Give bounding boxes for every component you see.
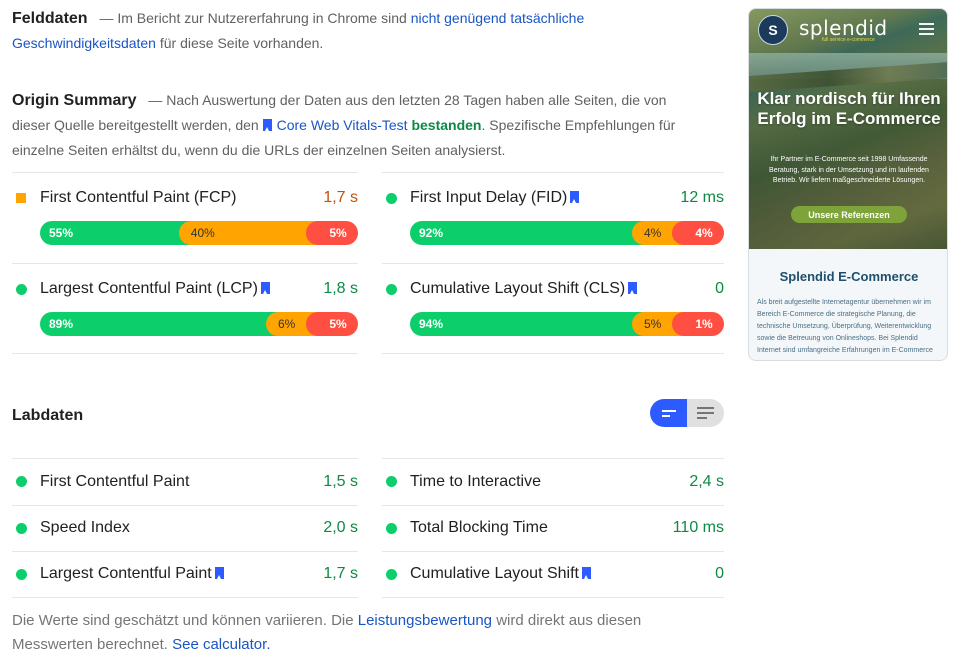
pass-dot-icon [16,522,27,534]
metrics-view-toggle[interactable] [650,399,724,427]
distribution-good: 55% [40,221,191,245]
pass-dot-icon [16,283,27,295]
lab-metric: Cumulative Layout Shift 0 [382,551,724,598]
metric-name: Largest Contentful Paint (LCP) [40,280,270,298]
metric-name-text: First Input Delay (FID) [410,189,568,206]
distribution-bar: 55% 40% 5% [40,221,358,245]
metric-value: 2,0 s [323,519,358,537]
page-screenshot-thumbnail: S splendid full service e-commerce Klar … [748,8,948,361]
expanded-view-icon-line [697,412,714,414]
lab-metrics-grid: First Contentful Paint 1,5 s Time to Int… [12,458,724,598]
lab-metric: Time to Interactive 2,4 s [382,458,724,505]
pass-dot-icon [386,522,397,534]
thumbnail-hero: S splendid full service e-commerce Klar … [749,9,947,249]
splendid-logo-icon: S [758,15,788,45]
core-web-vitals-link[interactable]: Core Web Vitals-Test [277,117,408,133]
metric-name: Cumulative Layout Shift (CLS) [410,280,638,298]
hamburger-menu-icon [919,23,934,35]
core-web-vital-bookmark-icon [214,567,224,580]
lab-data-footnote: Die Werte sind geschätzt und können vari… [12,609,712,657]
thumbnail-section-text: Als breit aufgestellte Internetagentur ü… [757,299,933,354]
metric-name-text: Cumulative Layout Shift [410,565,579,583]
field-metric-fcp: First Contentful Paint (FCP) 1,7 s 55% 4… [12,172,358,263]
metric-name-text: Largest Contentful Paint (LCP) [40,280,258,297]
average-square-icon [16,193,26,203]
field-data-title: Felddaten [12,10,88,27]
distribution-bar: 89% 6% 5% [40,312,358,336]
metric-name: Total Blocking Time [410,519,548,537]
brand-tagline: full service e-commerce [822,37,875,43]
performance-score-link[interactable]: Leistungsbewertung [358,612,492,629]
field-data-dash: — [99,10,114,26]
field-metric-fid: First Input Delay (FID) 12 ms 92% 4% 4% [382,172,724,263]
core-web-vital-bookmark-icon [581,567,591,580]
distribution-bar: 92% 4% 4% [410,221,724,245]
field-metrics-grid: First Contentful Paint (FCP) 1,7 s 55% 4… [12,172,724,354]
distribution-good: 94% [410,312,644,336]
lab-data-title: Labdaten [12,407,84,424]
lab-metric: Speed Index 2,0 s [12,504,358,552]
origin-summary-title: Origin Summary [12,92,137,109]
distribution-poor: 5% [306,312,358,336]
pass-dot-icon [386,283,397,295]
metric-name: Time to Interactive [410,472,542,490]
field-data-text: Im Bericht zur Nutzererfahrung in Chrome… [117,10,407,26]
hero-references-button: Unsere Referenzen [791,206,907,223]
metric-value: 0 [715,280,724,297]
distribution-good: 92% [410,221,644,245]
lab-metric: Total Blocking Time 110 ms [382,504,724,552]
metric-value: 1,7 s [323,565,358,583]
field-data-intro: Felddaten — Im Bericht zur Nutzererfahru… [12,6,632,56]
metric-value: 110 ms [672,519,724,537]
metric-name: First Input Delay (FID) [410,189,580,207]
origin-summary-dash: — [148,92,163,108]
hero-text: Ihr Partner im E-Commerce seit 1998 Umfa… [769,156,929,184]
field-metric-cls: Cumulative Layout Shift (CLS) 0 94% 5% 1… [382,263,724,354]
field-data-text-end: für diese Seite vorhanden. [159,35,324,51]
core-web-vital-bookmark-icon [260,282,270,294]
distribution-poor: 5% [305,221,358,245]
pass-dot-icon [16,476,27,488]
pass-dot-icon [386,192,397,204]
distribution-poor: 4% [672,221,724,245]
pass-dot-icon [386,476,397,488]
core-web-vital-bookmark-icon [570,191,580,203]
distribution-bar: 94% 5% 1% [410,312,724,336]
expanded-view-icon-line [697,417,707,419]
pass-dot-icon [16,568,27,580]
core-web-vitals-bookmark-icon [262,119,272,131]
metric-name: Speed Index [40,519,130,537]
thumbnail-section-title: Splendid E-Commerce [779,269,919,284]
metric-value: 1,7 s [323,189,358,206]
distribution-good: 89% [40,312,278,336]
footnote-text: Die Werte sind geschätzt und können vari… [12,612,354,629]
cwv-status: bestanden [411,117,482,133]
compact-view-button[interactable] [650,399,687,427]
metric-name: Cumulative Layout Shift [410,565,591,583]
distribution-poor: 1% [672,312,724,336]
pass-dot-icon [386,568,397,580]
lab-metric: First Contentful Paint 1,5 s [12,458,358,505]
core-web-vital-bookmark-icon [628,282,638,294]
metric-name: First Contentful Paint [40,472,190,490]
expanded-view-icon [697,407,714,409]
metric-name: First Contentful Paint (FCP) [40,189,237,206]
metric-name: Largest Contentful Paint [40,565,224,583]
metric-value: 1,5 s [323,472,358,490]
distribution-needs-improvement: 40% [178,221,318,245]
metric-name-text: Cumulative Layout Shift (CLS) [410,280,626,297]
metric-value: 1,8 s [323,280,358,297]
expanded-view-button[interactable] [687,399,724,427]
metric-name-text: Largest Contentful Paint [40,565,212,583]
metric-value: 12 ms [680,189,724,206]
lab-metric: Largest Contentful Paint 1,7 s [12,551,358,598]
origin-summary: Origin Summary — Nach Auswertung der Dat… [12,88,692,163]
hero-title: Klar nordisch für Ihren Erfolg im E-Comm… [757,89,941,128]
see-calculator-link[interactable]: See calculator. [172,636,270,653]
compact-view-icon-line [661,414,670,417]
compact-view-icon [661,409,676,412]
field-metric-lcp: Largest Contentful Paint (LCP) 1,8 s 89%… [12,263,358,354]
metric-value: 2,4 s [689,472,724,490]
metric-value: 0 [715,565,724,583]
